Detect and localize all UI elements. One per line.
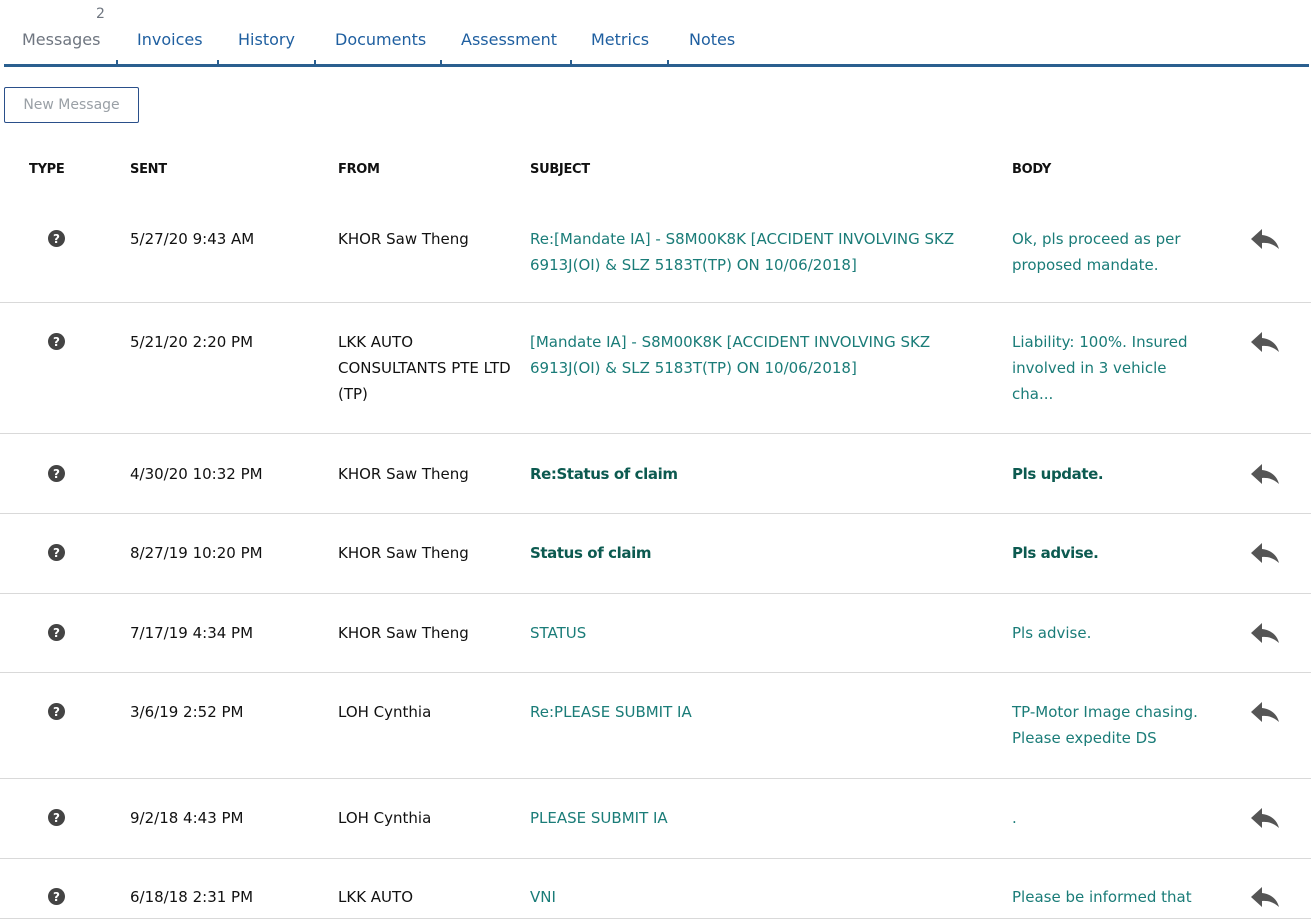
body-preview-link[interactable]: Ok, pls proceed as per proposed mandate. [1012,226,1197,278]
subject-link[interactable]: VNI [530,884,975,910]
table-row[interactable]: ? 6/18/18 2:31 PM LKK AUTO VNI Please be inf… [0,859,1311,919]
body-preview-link[interactable]: Please be informed that [1012,884,1197,910]
tab-history[interactable]: History [238,30,295,49]
table-row[interactable]: ? 8/27/19 10:20 PM KHOR Saw Theng Status of… [0,514,1311,594]
from-cell: LOH Cynthia [338,703,432,721]
table-row[interactable]: ? 3/6/19 2:52 PM LOH Cynthia Re:PLEASE SUBM… [0,673,1311,779]
question-circle-icon: ? [48,465,65,482]
body-preview-link[interactable]: Pls advise. [1012,620,1197,646]
from-cell: LKK AUTO CONSULTANTS PTE LTD (TP) [338,333,511,403]
tab-assessment[interactable]: Assessment [461,30,557,49]
column-header-type: TYPE [29,162,65,177]
column-header-sent[interactable]: SENT [130,162,167,177]
sent-cell: 3/6/19 2:52 PM [130,703,244,721]
reply-arrow-icon[interactable] [1250,700,1280,724]
column-header-from[interactable]: FROM [338,162,380,177]
body-preview-link[interactable]: . [1012,805,1197,831]
question-circle-icon: ? [48,809,65,826]
tab-bar: 2 Messages Invoices History Documents As… [4,0,1309,67]
tab-underline [4,64,1309,67]
tab-documents[interactable]: Documents [335,30,426,49]
subject-link[interactable]: STATUS [530,620,975,646]
body-preview-link[interactable]: Pls update. [1012,461,1197,487]
question-circle-icon: ? [48,888,65,905]
from-cell: KHOR Saw Theng [338,230,469,248]
table-row[interactable]: ? 5/27/20 9:43 AM KHOR Saw Theng Re:[Mandat… [0,198,1311,303]
from-cell: KHOR Saw Theng [338,544,469,562]
tab-notes[interactable]: Notes [689,30,735,49]
sent-cell: 4/30/20 10:32 PM [130,465,263,483]
sent-cell: 7/17/19 4:34 PM [130,624,254,642]
sent-cell: 9/2/18 4:43 PM [130,809,244,827]
messages-count-badge: 2 [96,6,105,22]
question-circle-icon: ? [48,544,65,561]
subject-link[interactable]: Status of claim [530,540,975,566]
question-circle-icon: ? [48,230,65,247]
reply-arrow-icon[interactable] [1250,330,1280,354]
body-preview-link[interactable]: Pls advise. [1012,540,1197,566]
from-cell: KHOR Saw Theng [338,624,469,642]
table-row[interactable]: ? 9/2/18 4:43 PM LOH Cynthia PLEASE SUBMIT … [0,779,1311,859]
sent-cell: 5/27/20 9:43 AM [130,230,255,248]
question-circle-icon: ? [48,333,65,350]
table-row[interactable]: ? 5/21/20 2:20 PM LKK AUTO CONSULTANTS PTE… [0,303,1311,434]
subject-link[interactable]: Re:PLEASE SUBMIT IA [530,699,975,725]
tab-messages[interactable]: Messages [22,30,100,49]
column-header-subject[interactable]: SUBJECT [530,162,590,177]
reply-arrow-icon[interactable] [1250,227,1280,251]
reply-arrow-icon[interactable] [1250,541,1280,565]
tab-invoices[interactable]: Invoices [137,30,203,49]
reply-arrow-icon[interactable] [1250,462,1280,486]
subject-link[interactable]: Re:[Mandate IA] - S8M00K8K [ACCIDENT INV… [530,226,960,278]
body-preview-link[interactable]: TP-Motor Image chasing. Please expedite … [1012,699,1207,751]
sent-cell: 6/18/18 2:31 PM [130,888,254,906]
new-message-button[interactable]: New Message [4,87,139,123]
question-circle-icon: ? [48,624,65,641]
reply-arrow-icon[interactable] [1250,621,1280,645]
reply-arrow-icon[interactable] [1250,885,1280,909]
from-cell: KHOR Saw Theng [338,465,469,483]
subject-link[interactable]: Re:Status of claim [530,461,975,487]
from-cell: LOH Cynthia [338,809,432,827]
question-circle-icon: ? [48,703,65,720]
table-row[interactable]: ? 4/30/20 10:32 PM KHOR Saw Theng Re:Status… [0,434,1311,514]
sent-cell: 5/21/20 2:20 PM [130,333,254,351]
from-cell: LKK AUTO [338,888,414,906]
subject-link[interactable]: [Mandate IA] - S8M00K8K [ACCIDENT INVOLV… [530,329,960,381]
subject-link[interactable]: PLEASE SUBMIT IA [530,805,975,831]
tab-metrics[interactable]: Metrics [591,30,649,49]
sent-cell: 8/27/19 10:20 PM [130,544,263,562]
reply-arrow-icon[interactable] [1250,806,1280,830]
table-row[interactable]: ? 7/17/19 4:34 PM KHOR Saw Theng STATUS Pls … [0,594,1311,673]
column-header-body[interactable]: BODY [1012,162,1051,177]
body-preview-link[interactable]: Liability: 100%. Insured involved in 3 v… [1012,329,1197,407]
